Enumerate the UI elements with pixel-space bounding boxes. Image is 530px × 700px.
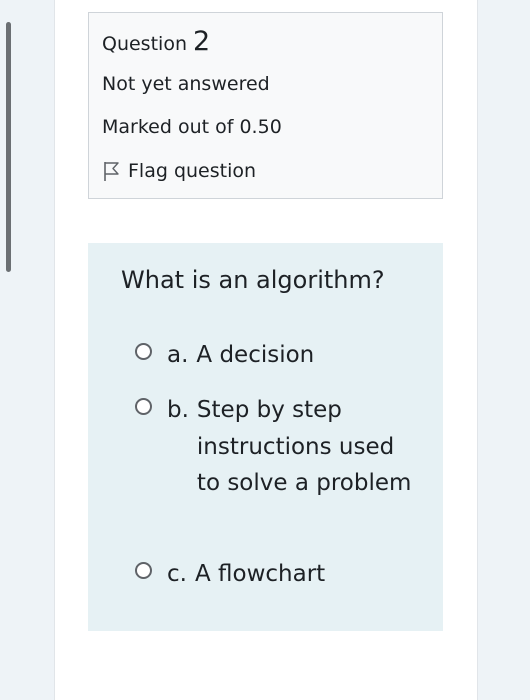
question-number-value: 2 bbox=[193, 26, 211, 57]
answer-letter-b: b. bbox=[167, 397, 189, 423]
radio-button-a[interactable] bbox=[135, 343, 152, 360]
question-info-box: Question 2 Not yet answered Marked out o… bbox=[88, 12, 443, 199]
answer-option-c[interactable]: c. A flowchart bbox=[135, 556, 325, 593]
radio-button-b[interactable] bbox=[135, 398, 152, 415]
question-formulation: What is an algorithm? a. A decision b. S… bbox=[88, 243, 443, 631]
flag-icon bbox=[102, 160, 122, 182]
answer-text-a: A decision bbox=[196, 342, 315, 368]
radio-button-c[interactable] bbox=[135, 562, 152, 579]
question-grade: Marked out of 0.50 bbox=[102, 116, 282, 138]
question-number: Question 2 bbox=[102, 26, 210, 57]
question-label: Question bbox=[102, 33, 187, 55]
answer-text-b: Step by step instructions used to solve … bbox=[196, 397, 412, 496]
answer-letter-a: a. bbox=[167, 342, 189, 368]
scrollbar-thumb[interactable] bbox=[6, 22, 11, 272]
flag-question-label: Flag question bbox=[128, 160, 257, 182]
question-state: Not yet answered bbox=[102, 73, 270, 95]
answer-option-b[interactable]: b. Step by step instructions used to sol… bbox=[135, 392, 422, 502]
flag-question-link[interactable]: Flag question bbox=[102, 160, 256, 182]
answer-option-a[interactable]: a. A decision bbox=[135, 337, 314, 374]
question-text: What is an algorithm? bbox=[121, 266, 385, 294]
answer-text-c: A flowchart bbox=[194, 561, 326, 587]
answer-letter-c: c. bbox=[167, 561, 187, 587]
